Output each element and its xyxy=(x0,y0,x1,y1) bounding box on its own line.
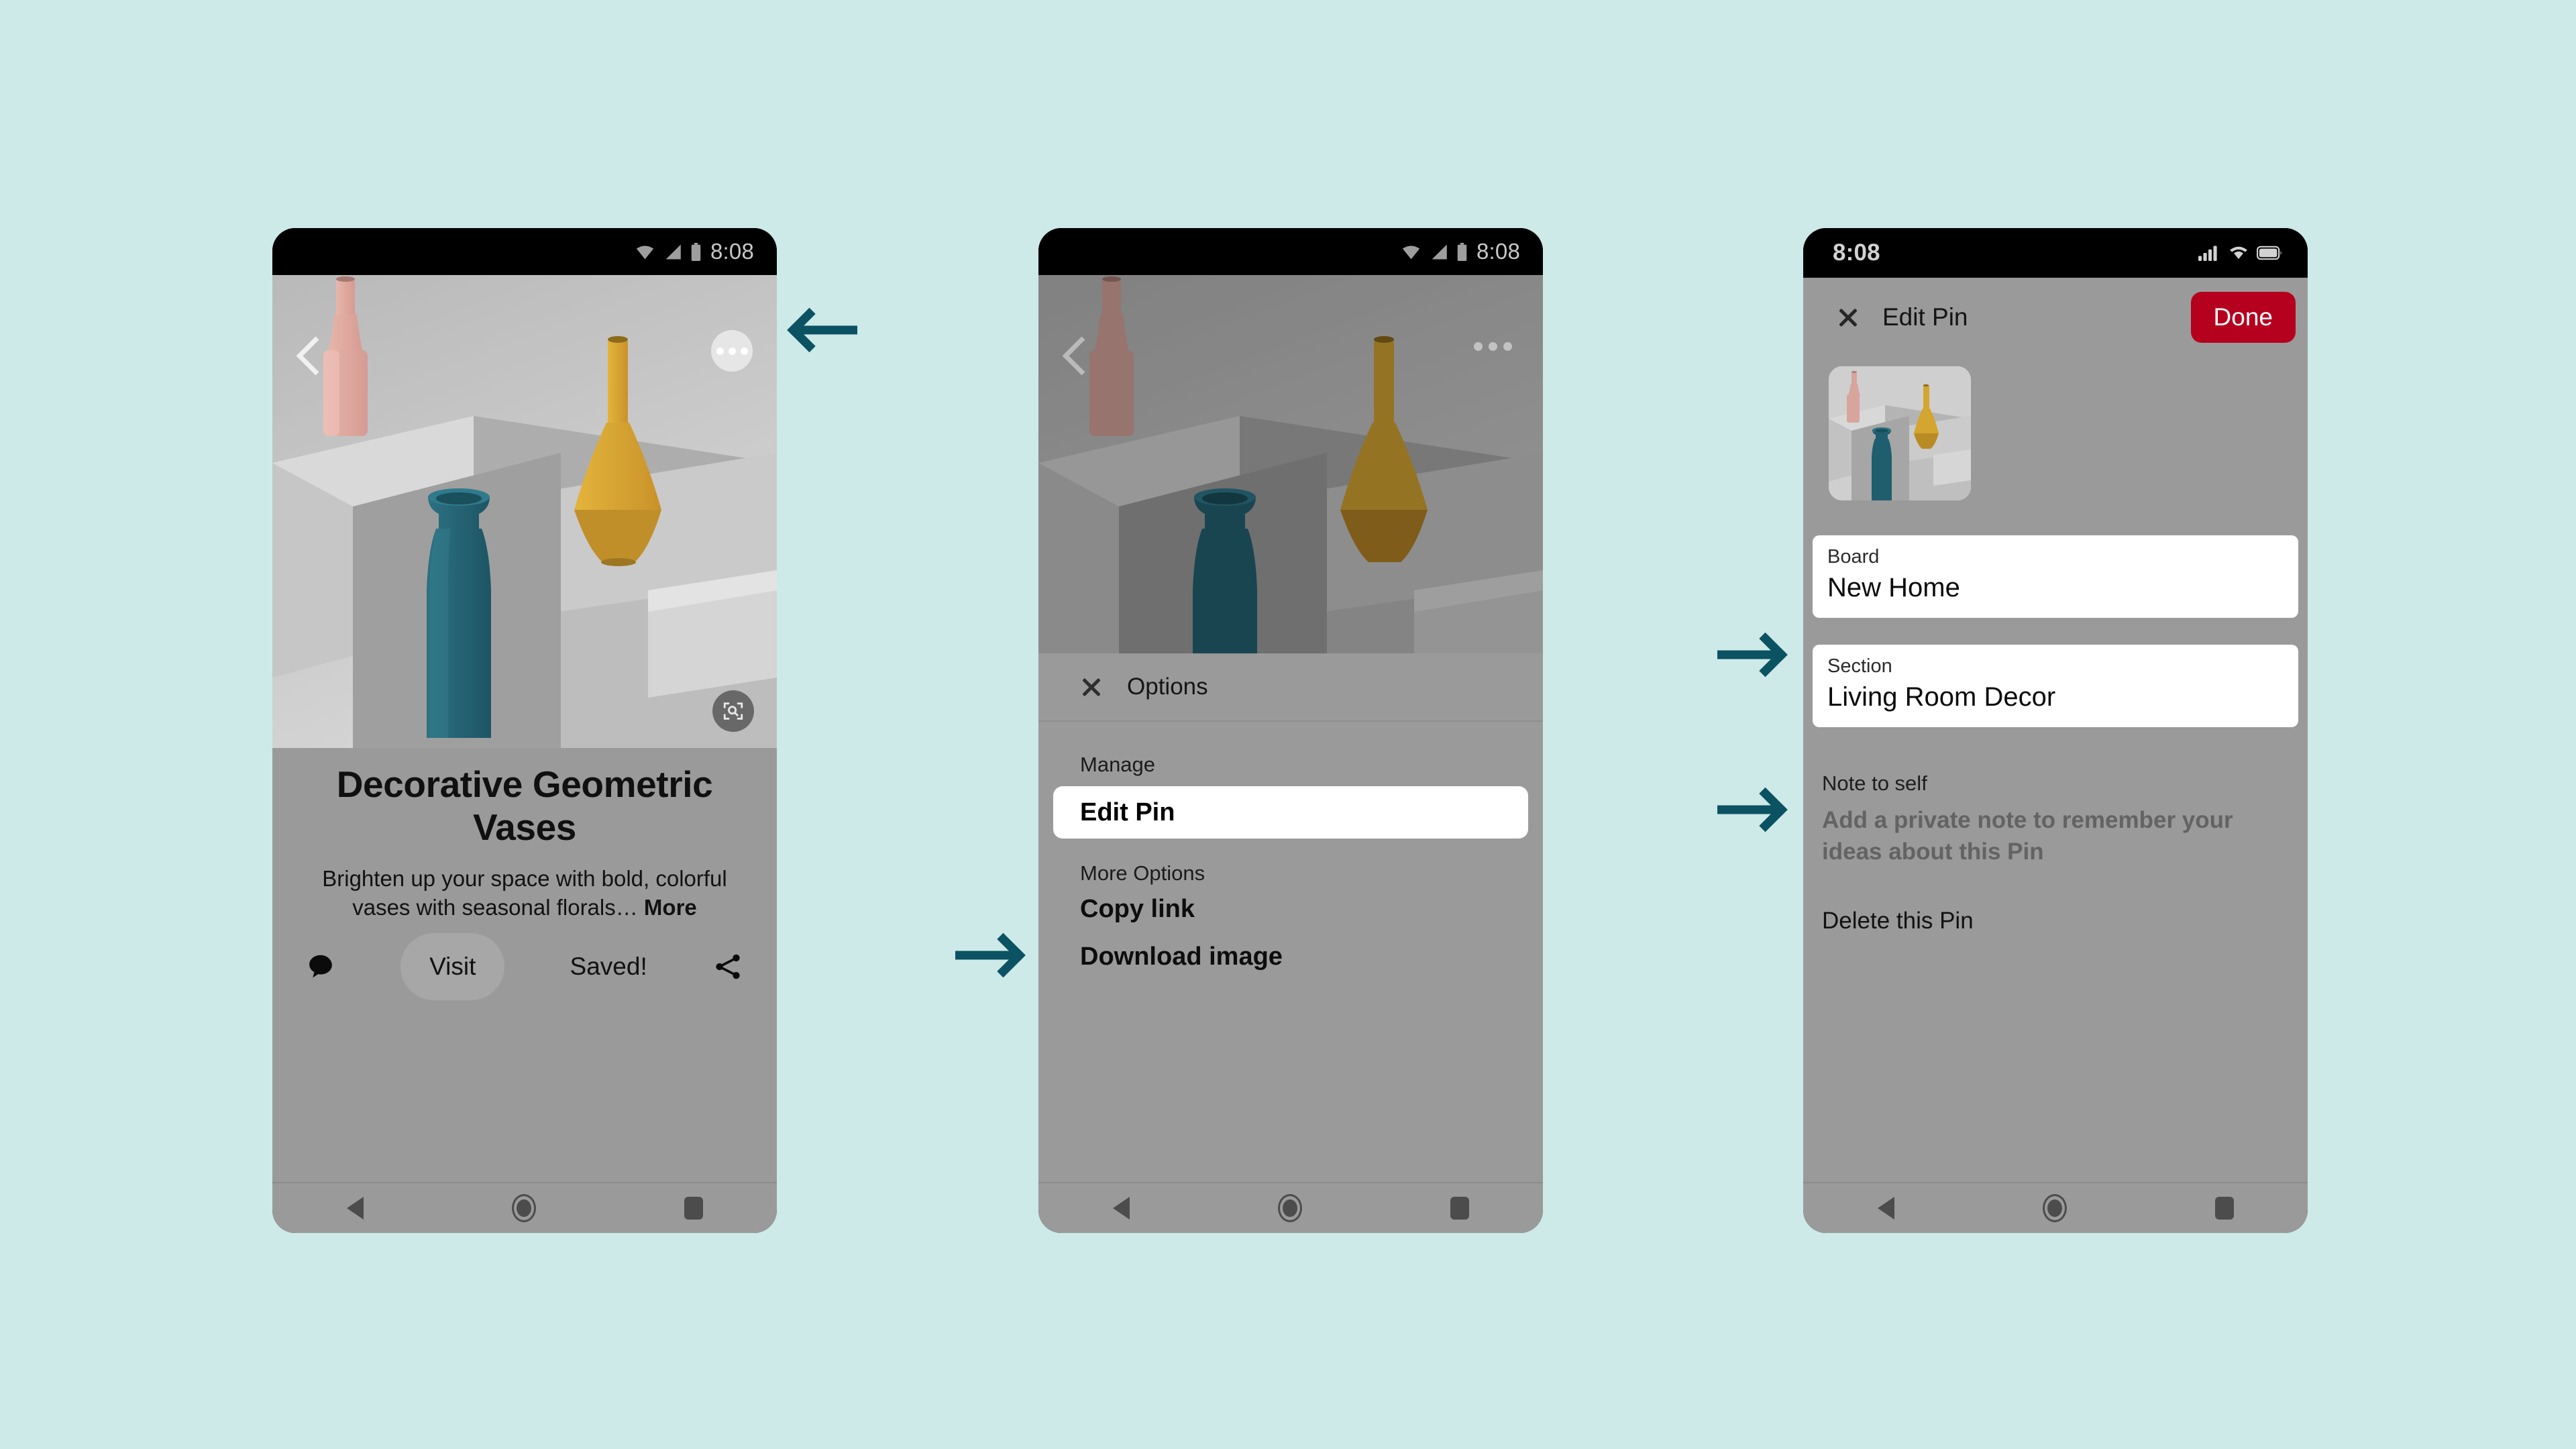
wifi-icon xyxy=(636,245,654,259)
nav-back-icon[interactable] xyxy=(346,1197,364,1220)
more-link[interactable]: More xyxy=(644,895,697,920)
share-icon[interactable] xyxy=(712,951,743,982)
status-bar: 8:08 xyxy=(1038,228,1543,275)
phone-1-pin-detail: 8:08 Decorative Geometric Vases Brighten… xyxy=(272,228,777,1233)
menu-item-edit-pin[interactable]: Edit Pin xyxy=(1053,786,1528,839)
board-field-value: New Home xyxy=(1827,573,1960,602)
group-label-more-options: More Options xyxy=(1080,861,1205,885)
board-field[interactable]: Board New Home xyxy=(1813,535,2298,618)
visit-button[interactable]: Visit xyxy=(400,932,505,1000)
menu-item-download-image[interactable]: Download image xyxy=(1038,943,1543,971)
arrow-to-section-field xyxy=(1717,787,1788,833)
pin-action-row: Visit Saved! xyxy=(299,932,750,1000)
screenshot-stage: 8:08 Decorative Geometric Vases Brighten… xyxy=(0,0,2576,1449)
close-icon[interactable] xyxy=(1080,676,1103,698)
nav-recents-icon[interactable] xyxy=(2214,1197,2234,1220)
delete-pin-link[interactable]: Delete this Pin xyxy=(1803,908,2308,934)
signal-icon xyxy=(665,244,681,260)
comment-icon[interactable] xyxy=(306,952,335,981)
edit-pin-screen: Edit Pin Done Board New Home Section Liv… xyxy=(1803,278,2308,1182)
menu-item-copy-link[interactable]: Copy link xyxy=(1038,895,1543,924)
board-field-label: Board xyxy=(1827,546,1880,568)
status-bar: 8:08 xyxy=(272,228,777,275)
pin-image-dimmed xyxy=(1038,275,1543,653)
battery-icon xyxy=(691,242,701,261)
more-options-icon[interactable] xyxy=(711,330,753,372)
done-button[interactable]: Done xyxy=(2190,292,2296,343)
android-nav-bar xyxy=(272,1182,777,1233)
phone-3-edit-pin: 8:08 Edit Pin Done Board New Home Sectio… xyxy=(1803,228,2308,1233)
wifi-icon xyxy=(2230,246,2247,260)
nav-recents-icon[interactable] xyxy=(684,1197,703,1220)
pin-image[interactable] xyxy=(272,275,777,748)
close-icon[interactable] xyxy=(1837,306,1860,329)
dim-overlay xyxy=(1038,275,1543,653)
status-time: 8:08 xyxy=(710,239,754,264)
pin-detail-panel: Decorative Geometric Vases Brighten up y… xyxy=(272,748,777,1182)
options-sheet: Options Manage Edit Pin More Options Cop… xyxy=(1038,653,1543,1182)
wifi-icon xyxy=(1402,245,1420,259)
note-to-self-input[interactable]: Add a private note to remember your idea… xyxy=(1822,805,2285,867)
nav-home-icon[interactable] xyxy=(2042,1194,2067,1222)
more-options-icon[interactable] xyxy=(1474,342,1512,351)
arrow-to-board-field xyxy=(1717,632,1788,678)
nav-back-icon[interactable] xyxy=(1877,1197,1894,1220)
battery-icon xyxy=(2257,246,2282,260)
page-title: Edit Pin xyxy=(1882,303,1968,331)
section-field[interactable]: Section Living Room Decor xyxy=(1813,645,2298,727)
nav-back-icon[interactable] xyxy=(1112,1197,1130,1220)
nav-home-icon[interactable] xyxy=(511,1194,536,1222)
pin-thumbnail[interactable] xyxy=(1829,366,1971,500)
pin-photo xyxy=(272,275,777,748)
note-to-self-block[interactable]: Note to self Add a private note to remem… xyxy=(1803,771,2308,867)
section-field-label: Section xyxy=(1827,655,1892,677)
nav-recents-icon[interactable] xyxy=(1450,1197,1469,1220)
battery-icon xyxy=(1457,242,1467,261)
signal-icon xyxy=(1432,244,1447,260)
android-nav-bar xyxy=(1803,1182,2308,1233)
options-title: Options xyxy=(1127,674,1208,700)
status-time: 8:08 xyxy=(1476,239,1520,264)
note-to-self-label: Note to self xyxy=(1822,771,1927,795)
options-header: Options xyxy=(1038,653,1543,722)
page-title: Decorative Geometric Vases xyxy=(336,763,713,849)
status-bar: 8:08 xyxy=(1803,228,2308,278)
status-time: 8:08 xyxy=(1833,239,1880,266)
visit-label: Visit xyxy=(429,952,476,980)
pin-description: Brighten up your space with bold, colorf… xyxy=(303,864,746,922)
phone-2-options-sheet: 8:08 Options Manage Edit Pin More Option… xyxy=(1038,228,1543,1233)
nav-home-icon[interactable] xyxy=(1277,1194,1302,1222)
thumbnail-image xyxy=(1829,366,1971,500)
saved-button[interactable]: Saved! xyxy=(570,953,647,981)
group-label-manage: Manage xyxy=(1080,753,1156,776)
android-nav-bar xyxy=(1038,1182,1543,1233)
signal-icon xyxy=(2198,246,2217,261)
arrow-to-edit-pin xyxy=(955,932,1026,978)
arrow-to-more-options xyxy=(787,307,857,353)
section-field-value: Living Room Decor xyxy=(1827,682,2056,712)
visual-search-icon[interactable] xyxy=(712,690,754,732)
edit-pin-header: Edit Pin Done xyxy=(1803,278,2308,357)
